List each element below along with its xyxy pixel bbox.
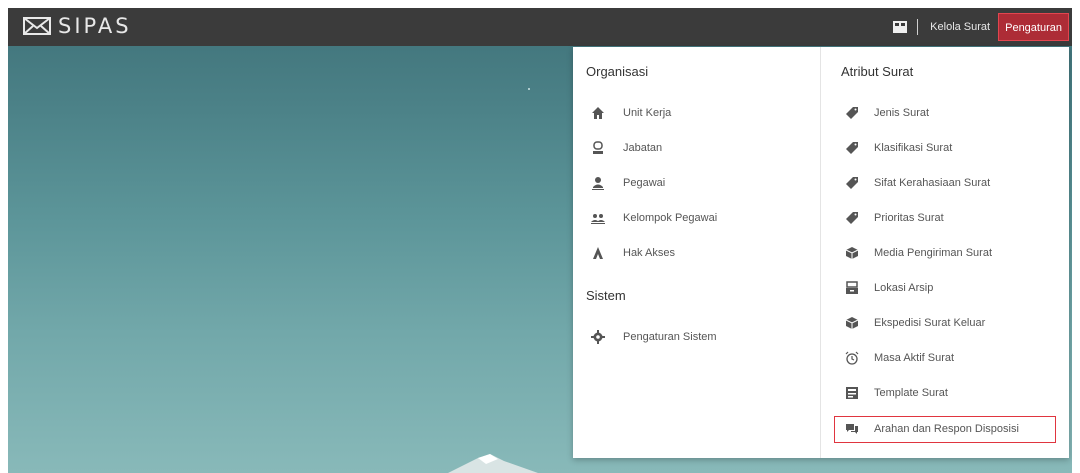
menu-item-label: Masa Aktif Surat [874,352,955,364]
menu-item-klasifikasi-surat[interactable]: Klasifikasi Surat [821,137,1070,159]
gear-icon [591,330,605,344]
menu-item-label: Lokasi Arsip [874,282,934,294]
home-icon [592,107,604,119]
menu-item-jabatan[interactable]: Jabatan [573,137,819,159]
menu-item-pegawai[interactable]: Pegawai [573,172,819,194]
menu-item-label: Arahan dan Respon Disposisi [874,423,1019,435]
cube-icon [845,317,859,329]
badge-icon [593,141,603,154]
menu-item-lokasi-arsip[interactable]: Lokasi Arsip [821,277,1070,299]
top-navbar: SIPAS Kelola Surat Pengaturan [8,8,1072,46]
sistem-heading: Sistem [586,288,626,303]
background-mountain [448,454,538,473]
atribut-surat-heading: Atribut Surat [841,64,914,79]
tag-icon [846,212,858,224]
archive-icon [846,281,858,294]
menu-item-template-surat[interactable]: Template Surat [821,382,1070,404]
app-logo[interactable]: SIPAS [22,14,132,38]
apps-icon[interactable] [893,21,908,33]
organisasi-heading: Organisasi [586,64,649,79]
menu-item-masa-aktif-surat[interactable]: Masa Aktif Surat [821,347,1070,369]
envelope-logo-icon [23,17,51,35]
menu-item-label: Unit Kerja [623,107,672,119]
menu-item-label: Pengaturan Sistem [623,331,717,343]
menu-item-unit-kerja[interactable]: Unit Kerja [573,102,819,124]
tag-icon [846,142,858,154]
nav-pengaturan[interactable]: Pengaturan [998,13,1069,41]
menu-item-sifat-kerahasiaan-surat[interactable]: Sifat Kerahasiaan Surat [821,172,1070,194]
menu-item-prioritas-surat[interactable]: Prioritas Surat [821,207,1070,229]
menu-item-kelompok-pegawai[interactable]: Kelompok Pegawai [573,207,819,229]
menu-item-label: Ekspedisi Surat Keluar [874,317,986,329]
nav-divider [917,19,919,35]
menu-item-label: Pegawai [623,177,666,189]
access-icon [593,247,603,259]
menu-item-label: Prioritas Surat [874,212,944,224]
menu-item-jenis-surat[interactable]: Jenis Surat [821,102,1070,124]
settings-dropdown-menu: Organisasi Unit Kerja Jabatan Pegawai Ke… [573,47,1069,458]
nav-kelola-surat[interactable]: Kelola Surat [930,21,990,33]
app-name: SIPAS [58,14,132,38]
person-icon [592,177,604,190]
template-icon [846,387,858,399]
menu-item-label: Klasifikasi Surat [874,142,953,154]
chat-icon [846,424,858,434]
tag-icon [846,177,858,189]
menu-item-label: Hak Akses [623,247,675,259]
app-window: SIPAS Kelola Surat Pengaturan Organisasi… [8,8,1072,473]
background-star [528,88,530,90]
atribut-surat-column: Atribut Surat Jenis Surat Klasifikasi Su… [820,47,1070,458]
menu-item-label: Jabatan [623,142,663,154]
menu-item-hak-akses[interactable]: Hak Akses [573,242,819,264]
menu-item-label: Media Pengiriman Surat [874,247,993,259]
menu-item-arahan-respon-disposisi[interactable]: Arahan dan Respon Disposisi [821,418,1070,440]
menu-item-label: Sifat Kerahasiaan Surat [874,177,991,189]
tag-icon [846,107,858,119]
cube-icon [845,247,859,259]
menu-item-label: Template Surat [874,387,948,399]
menu-item-pengaturan-sistem[interactable]: Pengaturan Sistem [573,326,819,348]
menu-item-label: Jenis Surat [874,107,930,119]
menu-item-label: Kelompok Pegawai [623,212,718,224]
alarm-icon [845,351,859,365]
nav-actions: Kelola Surat Pengaturan [893,8,1072,46]
menu-item-media-pengiriman-surat[interactable]: Media Pengiriman Surat [821,242,1070,264]
menu-item-ekspedisi-surat-keluar[interactable]: Ekspedisi Surat Keluar [821,312,1070,334]
group-icon [591,214,605,224]
